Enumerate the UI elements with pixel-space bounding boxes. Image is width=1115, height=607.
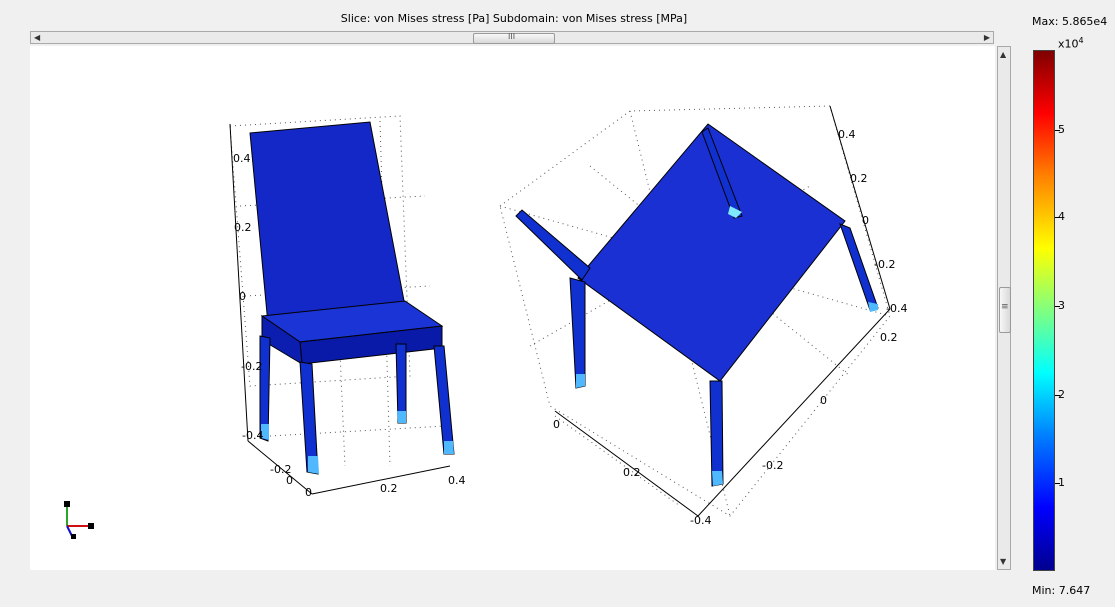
colorbar-tick-label: 1 bbox=[1058, 476, 1065, 489]
left-z-tick: -0.4 bbox=[242, 429, 263, 442]
left-z-tick: 0 bbox=[239, 290, 246, 303]
colorbar-max-label: Max: 5.865e4 bbox=[1032, 15, 1108, 28]
colorbar-tick-label: 2 bbox=[1058, 388, 1065, 401]
left-y-tick: 0 bbox=[286, 474, 293, 487]
right-z-tick: 0.4 bbox=[838, 128, 856, 141]
colorbar-min-label: Min: 7.647 bbox=[1032, 584, 1091, 597]
colorbar-tick-label: 5 bbox=[1058, 123, 1065, 136]
right-y-tick: -0.4 bbox=[690, 514, 711, 527]
right-y-tick: 0.2 bbox=[880, 331, 898, 344]
vertical-scrollbar[interactable]: ▲ ≡ ▼ bbox=[997, 46, 1011, 570]
graphics-window[interactable]: 0.4 0.2 0 -0.2 -0.4 -0.2 0 0 0.2 0.4 0.4… bbox=[30, 46, 995, 570]
left-x-tick: 0.2 bbox=[380, 482, 398, 495]
left-x-tick: 0 bbox=[305, 486, 312, 499]
colorbar-exponent-base: x10 bbox=[1058, 37, 1079, 51]
scroll-left-arrow-icon[interactable]: ◀ bbox=[34, 32, 40, 43]
colorbar-tick-label: 4 bbox=[1058, 210, 1065, 223]
colorbar-exponent-power: 4 bbox=[1078, 36, 1084, 45]
right-x-tick: 0.2 bbox=[623, 466, 641, 479]
right-z-tick: -0.4 bbox=[886, 302, 907, 315]
vertical-scroll-thumb[interactable]: ≡ bbox=[999, 287, 1011, 333]
colorbar-exponent: x104 bbox=[1058, 36, 1084, 51]
right-z-tick: 0 bbox=[862, 214, 869, 227]
scroll-grip-icon: ≡ bbox=[1001, 302, 1009, 312]
colorbar-tick-label: 3 bbox=[1058, 299, 1065, 312]
right-z-tick: 0.2 bbox=[850, 172, 868, 185]
right-x-tick: 0 bbox=[553, 418, 560, 431]
left-z-tick: 0.4 bbox=[233, 152, 251, 165]
scroll-grip-icon: III bbox=[508, 32, 516, 41]
horizontal-scroll-thumb[interactable]: III bbox=[473, 32, 555, 44]
left-z-tick: 0.2 bbox=[234, 221, 252, 234]
colorbar bbox=[1033, 50, 1055, 571]
plot-title: Slice: von Mises stress [Pa] Subdomain: … bbox=[340, 12, 688, 25]
left-x-tick: 0.4 bbox=[448, 474, 466, 487]
scroll-down-arrow-icon[interactable]: ▼ bbox=[1000, 556, 1006, 567]
scroll-right-arrow-icon[interactable]: ▶ bbox=[984, 32, 990, 43]
horizontal-scrollbar[interactable]: ◀ III ▶ bbox=[30, 31, 994, 44]
right-y-tick: 0 bbox=[820, 394, 827, 407]
scroll-up-arrow-icon[interactable]: ▲ bbox=[1000, 49, 1006, 60]
right-z-tick: -0.2 bbox=[874, 258, 895, 271]
right-y-tick: -0.2 bbox=[762, 459, 783, 472]
left-z-tick: -0.2 bbox=[241, 360, 262, 373]
